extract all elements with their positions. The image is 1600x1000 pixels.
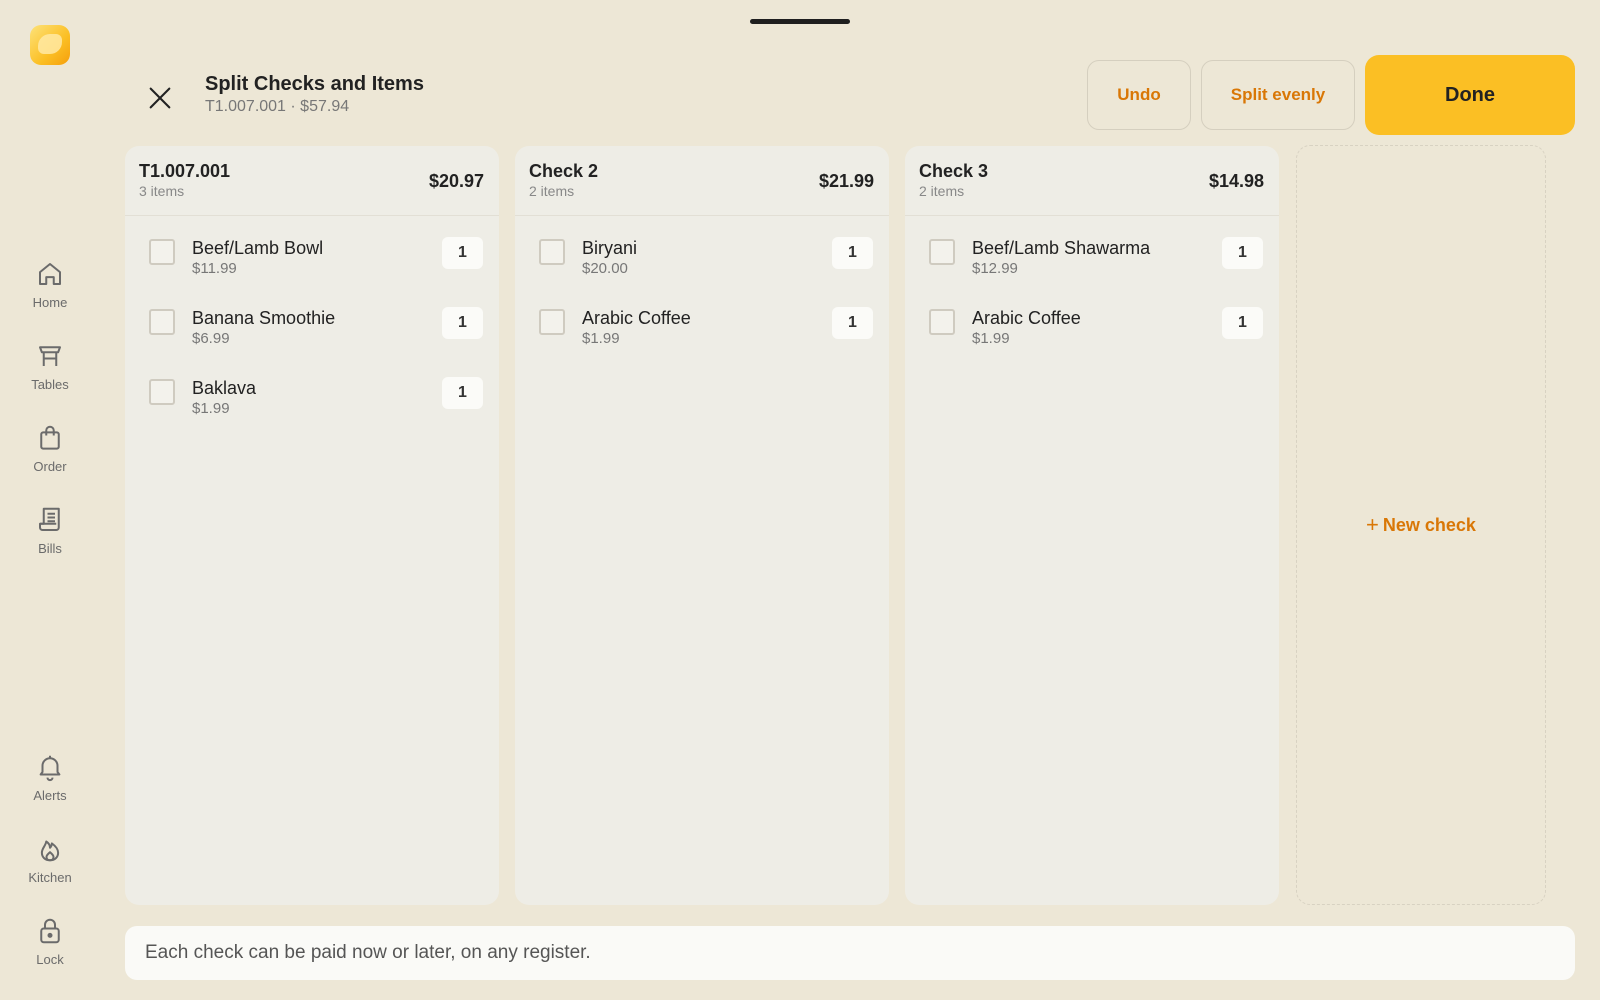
- nav-item-order[interactable]: Order: [0, 419, 100, 489]
- nav-item-lock[interactable]: Lock: [0, 912, 100, 982]
- item-list: Beef/Lamb Bowl $11.99 1 Banana Smoothie …: [125, 216, 499, 439]
- item-checkbox[interactable]: [929, 239, 955, 265]
- item-price: $12.99: [972, 260, 1018, 277]
- close-icon: [149, 87, 171, 109]
- nav-item-kitchen[interactable]: Kitchen: [0, 830, 100, 900]
- item-price: $20.00: [582, 260, 628, 277]
- flame-icon: [40, 840, 60, 862]
- list-item[interactable]: Banana Smoothie $6.99 1: [125, 299, 499, 369]
- item-name: Banana Smoothie: [192, 308, 336, 328]
- brand-logo-icon[interactable]: [30, 25, 70, 65]
- item-checkbox[interactable]: [149, 309, 175, 335]
- item-list: Biryani $20.00 1 Arabic Coffee $1.99 1: [515, 216, 889, 369]
- check-item-count: 2 items: [529, 183, 575, 199]
- check-total: $20.97: [428, 171, 484, 191]
- check-total: $14.98: [1208, 171, 1264, 191]
- nav-label: Kitchen: [28, 870, 72, 885]
- nav-label: Bills: [38, 541, 62, 556]
- item-quantity[interactable]: 1: [442, 237, 483, 269]
- nav-item-alerts[interactable]: Alerts: [0, 748, 100, 818]
- nav-label: Alerts: [33, 788, 67, 803]
- item-name: Beef/Lamb Bowl: [192, 238, 324, 258]
- check-item-count: 2 items: [919, 183, 965, 199]
- receipt-icon: [39, 507, 60, 531]
- item-list: Beef/Lamb Shawarma $12.99 1 Arabic Coffe…: [905, 216, 1279, 369]
- item-name: Biryani: [582, 238, 638, 258]
- item-checkbox[interactable]: [149, 239, 175, 265]
- new-check-button[interactable]: + New check: [1296, 145, 1546, 905]
- list-item[interactable]: Baklava $1.99 1: [125, 369, 499, 439]
- check-header[interactable]: T1.007.001 3 items $20.97: [125, 146, 499, 216]
- nav-label: Lock: [36, 952, 64, 967]
- item-quantity[interactable]: 1: [442, 377, 483, 409]
- nav-label: Home: [32, 295, 68, 310]
- item-quantity[interactable]: 1: [832, 237, 873, 269]
- item-name: Baklava: [192, 378, 257, 398]
- bell-icon: [39, 755, 61, 782]
- list-item[interactable]: Biryani $20.00 1: [515, 229, 889, 299]
- info-banner: Each check can be paid now or later, on …: [125, 926, 1575, 980]
- item-quantity[interactable]: 1: [442, 307, 483, 339]
- split-evenly-button[interactable]: Split evenly: [1201, 60, 1355, 130]
- nav-item-home[interactable]: Home: [0, 255, 100, 325]
- undo-button[interactable]: Undo: [1087, 60, 1191, 130]
- nav-item-tables[interactable]: Tables: [0, 337, 100, 407]
- sidebar: Home Tables Order Bills Alerts Kitchen L…: [0, 0, 100, 1000]
- check-card: Check 2 2 items $21.99 Biryani $20.00 1 …: [515, 146, 889, 905]
- list-item[interactable]: Arabic Coffee $1.99 1: [905, 299, 1279, 369]
- done-button[interactable]: Done: [1365, 55, 1575, 135]
- item-price: $6.99: [192, 330, 230, 347]
- nav-label: Tables: [31, 377, 69, 392]
- page-title: Split Checks and Items: [205, 73, 424, 95]
- check-card: Check 3 2 items $14.98 Beef/Lamb Shawarm…: [905, 146, 1279, 905]
- check-total: $21.99: [818, 171, 874, 191]
- item-checkbox[interactable]: [539, 309, 565, 335]
- check-item-count: 3 items: [139, 183, 185, 199]
- item-name: Beef/Lamb Shawarma: [972, 238, 1151, 258]
- plus-icon: +: [1366, 512, 1379, 537]
- shopping-bag-icon: [40, 425, 60, 450]
- item-checkbox[interactable]: [929, 309, 955, 335]
- item-name: Arabic Coffee: [972, 308, 1081, 328]
- check-name: Check 3: [919, 161, 989, 181]
- table-icon: [39, 346, 61, 366]
- item-quantity[interactable]: 1: [832, 307, 873, 339]
- item-checkbox[interactable]: [149, 379, 175, 405]
- item-price: $11.99: [192, 260, 237, 277]
- check-header[interactable]: Check 3 2 items $14.98: [905, 146, 1279, 216]
- item-price: $1.99: [972, 330, 1010, 347]
- list-item[interactable]: Beef/Lamb Bowl $11.99 1: [125, 229, 499, 299]
- item-checkbox[interactable]: [539, 239, 565, 265]
- item-name: Arabic Coffee: [582, 308, 691, 328]
- page-subtitle: T1.007.001 · $57.94: [205, 98, 350, 115]
- list-item[interactable]: Arabic Coffee $1.99 1: [515, 299, 889, 369]
- item-quantity[interactable]: 1: [1222, 237, 1263, 269]
- check-card: T1.007.001 3 items $20.97 Beef/Lamb Bowl…: [125, 146, 499, 905]
- lock-icon: [40, 918, 60, 944]
- nav-item-bills[interactable]: Bills: [0, 501, 100, 571]
- list-item[interactable]: Beef/Lamb Shawarma $12.99 1: [905, 229, 1279, 299]
- nav-label: Order: [33, 459, 67, 474]
- close-button[interactable]: [140, 78, 180, 118]
- item-price: $1.99: [582, 330, 620, 347]
- home-indicator: [750, 19, 850, 24]
- home-icon: [39, 263, 61, 285]
- item-price: $1.99: [192, 400, 230, 417]
- item-quantity[interactable]: 1: [1222, 307, 1263, 339]
- new-check-label: New check: [1382, 514, 1476, 535]
- check-name: Check 2: [529, 161, 599, 181]
- check-name: T1.007.001: [139, 161, 231, 181]
- check-header[interactable]: Check 2 2 items $21.99: [515, 146, 889, 216]
